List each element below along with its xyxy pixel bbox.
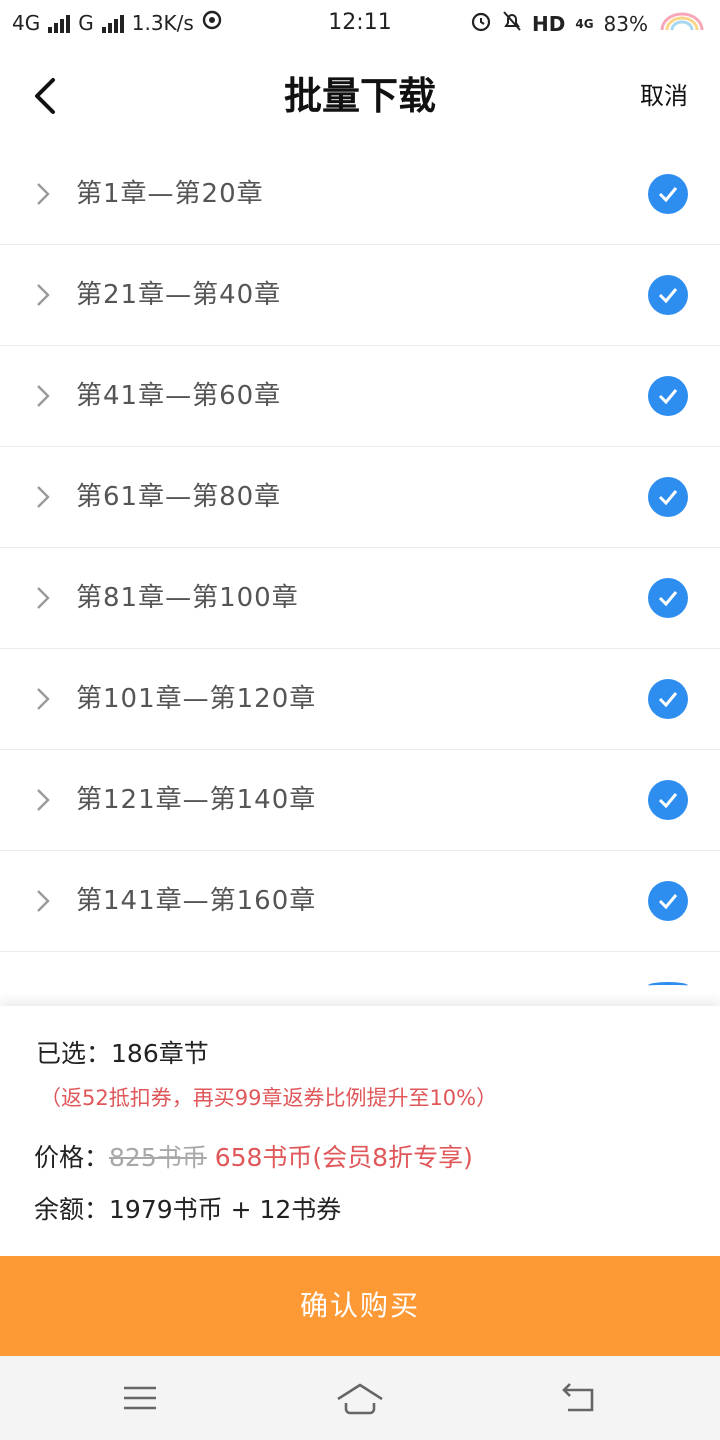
rainbow-icon bbox=[658, 10, 706, 37]
net-small: 4G bbox=[575, 16, 594, 31]
balance-prefix: 余额： bbox=[34, 1195, 110, 1224]
back-arrow-icon bbox=[562, 1383, 594, 1412]
chapter-range-label: 第1章—第20章 bbox=[76, 179, 264, 209]
chevron-right-icon bbox=[37, 789, 50, 811]
chapter-row[interactable]: 第81章—第100章 bbox=[0, 548, 720, 649]
alarm-icon bbox=[470, 10, 492, 37]
battery-level: 83% bbox=[603, 11, 648, 36]
page-title: 批量下载 bbox=[283, 74, 436, 118]
check-circle-icon[interactable] bbox=[648, 275, 688, 315]
chevron-right-icon bbox=[37, 183, 50, 205]
chapter-row-partial[interactable] bbox=[0, 952, 720, 1008]
check-circle-icon[interactable] bbox=[648, 780, 688, 820]
chapter-range-label: 第81章—第100章 bbox=[76, 583, 299, 613]
home-icon bbox=[337, 1383, 383, 1415]
chapter-range-label: 第21章—第40章 bbox=[76, 280, 282, 310]
check-circle-icon[interactable] bbox=[648, 376, 688, 416]
balance-value: 1979书币 + 12书券 bbox=[109, 1195, 342, 1224]
chapter-list: 第1章—第20章 第21章—第40章 第41章—第60章 第61章—第80章 第… bbox=[0, 144, 720, 1008]
chapter-row[interactable]: 第61章—第80章 bbox=[0, 447, 720, 548]
check-circle-icon[interactable] bbox=[648, 174, 688, 214]
chevron-right-icon bbox=[37, 284, 50, 306]
menu-button[interactable] bbox=[110, 1376, 170, 1420]
check-circle-icon[interactable] bbox=[648, 982, 688, 989]
balance-line: 余额：1979书币 + 12书券 bbox=[34, 1192, 341, 1228]
chapter-row[interactable]: 第101章—第120章 bbox=[0, 649, 720, 750]
hd-label: HD bbox=[532, 11, 566, 36]
chapter-range-label: 第121章—第140章 bbox=[76, 785, 317, 815]
check-circle-icon[interactable] bbox=[648, 679, 688, 719]
chapter-row[interactable]: 第121章—第140章 bbox=[0, 750, 720, 851]
selected-prefix: 已选： bbox=[36, 1039, 112, 1068]
sale-price: 658书币(会员8折专享) bbox=[214, 1143, 473, 1172]
status-right: HD 4G 83% bbox=[470, 10, 706, 37]
selected-value: 186章节 bbox=[111, 1039, 209, 1068]
chapter-range-label: 第61章—第80章 bbox=[76, 482, 282, 512]
chapter-range-label: 第41章—第60章 bbox=[76, 381, 282, 411]
price-line: 价格：825书币 658书币(会员8折专享) bbox=[34, 1140, 473, 1176]
chevron-right-icon bbox=[37, 486, 50, 508]
mute-icon bbox=[502, 10, 522, 37]
menu-icon bbox=[124, 1386, 156, 1410]
chapter-row[interactable]: 第1章—第20章 bbox=[0, 144, 720, 245]
home-button[interactable] bbox=[330, 1376, 390, 1420]
check-circle-icon[interactable] bbox=[648, 477, 688, 517]
chapter-row[interactable]: 第21章—第40章 bbox=[0, 245, 720, 346]
price-prefix: 价格： bbox=[34, 1143, 110, 1172]
chevron-right-icon bbox=[37, 385, 50, 407]
chevron-right-icon bbox=[37, 587, 50, 609]
chevron-right-icon bbox=[37, 688, 50, 710]
original-price: 825书币 bbox=[109, 1143, 207, 1172]
purchase-summary-panel: 已选：186章节 （返52抵扣券，再买99章返券比例提升至10%） 价格：825… bbox=[0, 1006, 720, 1256]
system-nav-bar bbox=[0, 1356, 720, 1440]
chapter-row[interactable]: 第141章—第160章 bbox=[0, 851, 720, 952]
check-circle-icon[interactable] bbox=[648, 578, 688, 618]
chapter-range-label: 第101章—第120章 bbox=[76, 684, 317, 714]
selected-count: 已选：186章节 bbox=[36, 1036, 209, 1072]
status-bar: 4G G 1.3K/s 12:11 HD 4G 83% bbox=[0, 0, 720, 48]
cancel-button[interactable]: 取消 bbox=[640, 76, 688, 116]
chevron-right-icon bbox=[37, 890, 50, 912]
header-bar: 批量下载 取消 bbox=[0, 48, 720, 145]
promo-text: （返52抵扣券，再买99章返券比例提升至10%） bbox=[40, 1086, 498, 1110]
confirm-purchase-button[interactable]: 确认购买 bbox=[0, 1256, 720, 1356]
back-nav-button[interactable] bbox=[550, 1376, 610, 1420]
chapter-row[interactable]: 第41章—第60章 bbox=[0, 346, 720, 447]
chapter-range-label: 第141章—第160章 bbox=[76, 886, 317, 916]
check-circle-icon[interactable] bbox=[648, 881, 688, 921]
